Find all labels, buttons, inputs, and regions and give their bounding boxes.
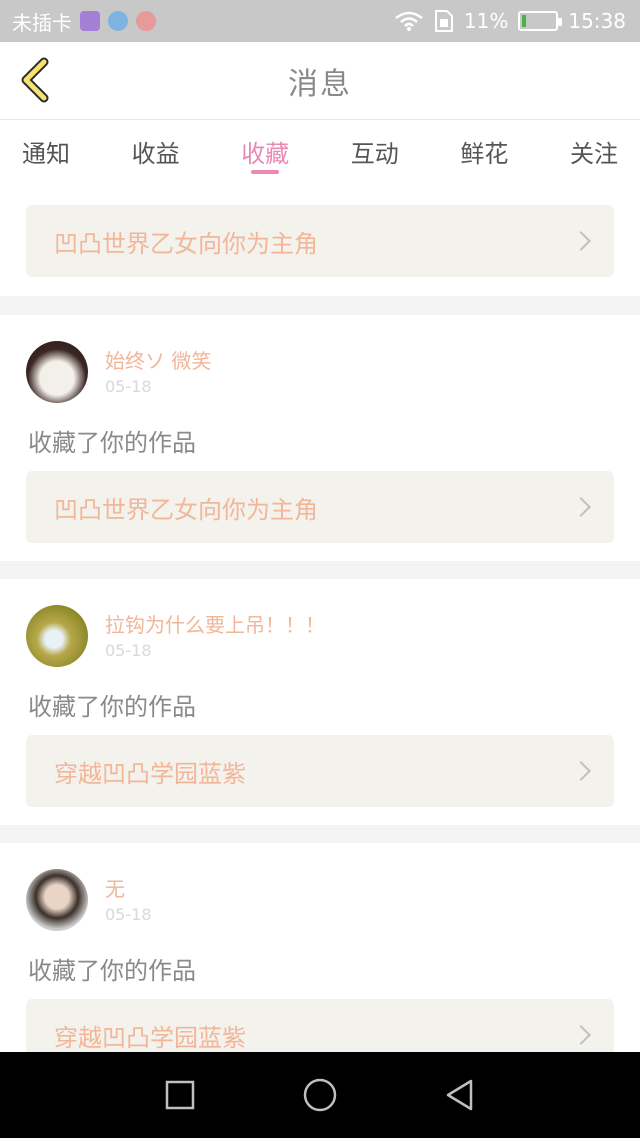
battery-icon <box>518 11 563 31</box>
work-title: 穿越凹凸学园蓝紫 <box>54 1023 246 1052</box>
chevron-right-icon <box>571 231 591 251</box>
back-icon[interactable] <box>440 1075 480 1115</box>
message-date: 05-18 <box>105 905 152 924</box>
app-icon <box>108 11 128 31</box>
message-text: 收藏了你的作品 <box>28 693 196 721</box>
work-link[interactable]: 凹凸世界乙女向你为主角 <box>26 205 614 277</box>
app-header: 消息 <box>0 42 640 120</box>
work-link[interactable]: 穿越凹凸学园蓝紫 <box>26 999 614 1052</box>
app-icon <box>136 11 156 31</box>
chevron-right-icon <box>571 497 591 517</box>
wifi-icon <box>395 11 423 31</box>
list-item: 无 05-18 收藏了你的作品 穿越凹凸学园蓝紫 <box>0 843 640 1052</box>
work-title: 凹凸世界乙女向你为主角 <box>54 229 318 258</box>
user-name[interactable]: 拉钩为什么要上吊！！！ <box>105 609 325 638</box>
list-item: 始终ソ 微笑 05-18 收藏了你的作品 凹凸世界乙女向你为主角 <box>0 315 640 561</box>
clock: 15:38 <box>568 9 626 33</box>
gallery-icon <box>80 11 100 31</box>
chevron-left-icon[interactable] <box>16 56 56 104</box>
sim-icon <box>434 10 453 32</box>
home-icon[interactable] <box>300 1075 340 1115</box>
user-name[interactable]: 无 <box>105 873 125 902</box>
work-title: 凹凸世界乙女向你为主角 <box>54 495 318 524</box>
tab-interactions[interactable]: 互动 <box>351 120 399 182</box>
message-list[interactable]: 凹凸世界乙女向你为主角 始终ソ 微笑 05-18 收藏了你的作品 凹凸世界乙女向… <box>0 182 640 1052</box>
recent-apps-icon[interactable] <box>160 1075 200 1115</box>
tab-bar: 通知 收益 收藏 互动 鲜花 关注 <box>0 120 640 182</box>
avatar[interactable] <box>26 605 88 667</box>
message-text: 收藏了你的作品 <box>28 429 196 457</box>
message-text: 收藏了你的作品 <box>28 957 196 985</box>
status-bar: 未插卡 11% 15:38 <box>0 0 640 42</box>
work-link[interactable]: 凹凸世界乙女向你为主角 <box>26 471 614 543</box>
message-date: 05-18 <box>105 377 152 396</box>
chevron-right-icon <box>571 761 591 781</box>
tab-notifications[interactable]: 通知 <box>22 120 70 182</box>
tab-flowers[interactable]: 鲜花 <box>460 120 508 182</box>
list-item: 拉钩为什么要上吊！！！ 05-18 收藏了你的作品 穿越凹凸学园蓝紫 <box>0 579 640 825</box>
work-title: 穿越凹凸学园蓝紫 <box>54 759 246 788</box>
page-title: 消息 <box>288 66 352 102</box>
list-item: 凹凸世界乙女向你为主角 <box>0 182 640 296</box>
work-link[interactable]: 穿越凹凸学园蓝紫 <box>26 735 614 807</box>
battery-percent: 11% <box>463 9 509 33</box>
carrier-label: 未插卡 <box>12 10 72 35</box>
tab-follows[interactable]: 关注 <box>570 120 618 182</box>
message-date: 05-18 <box>105 641 152 660</box>
chevron-right-icon <box>571 1025 591 1045</box>
avatar[interactable] <box>26 869 88 931</box>
tab-earnings[interactable]: 收益 <box>132 120 180 182</box>
system-nav-bar <box>0 1052 640 1138</box>
avatar[interactable] <box>26 341 88 403</box>
tab-favorites[interactable]: 收藏 <box>241 120 289 182</box>
user-name[interactable]: 始终ソ 微笑 <box>105 345 211 374</box>
